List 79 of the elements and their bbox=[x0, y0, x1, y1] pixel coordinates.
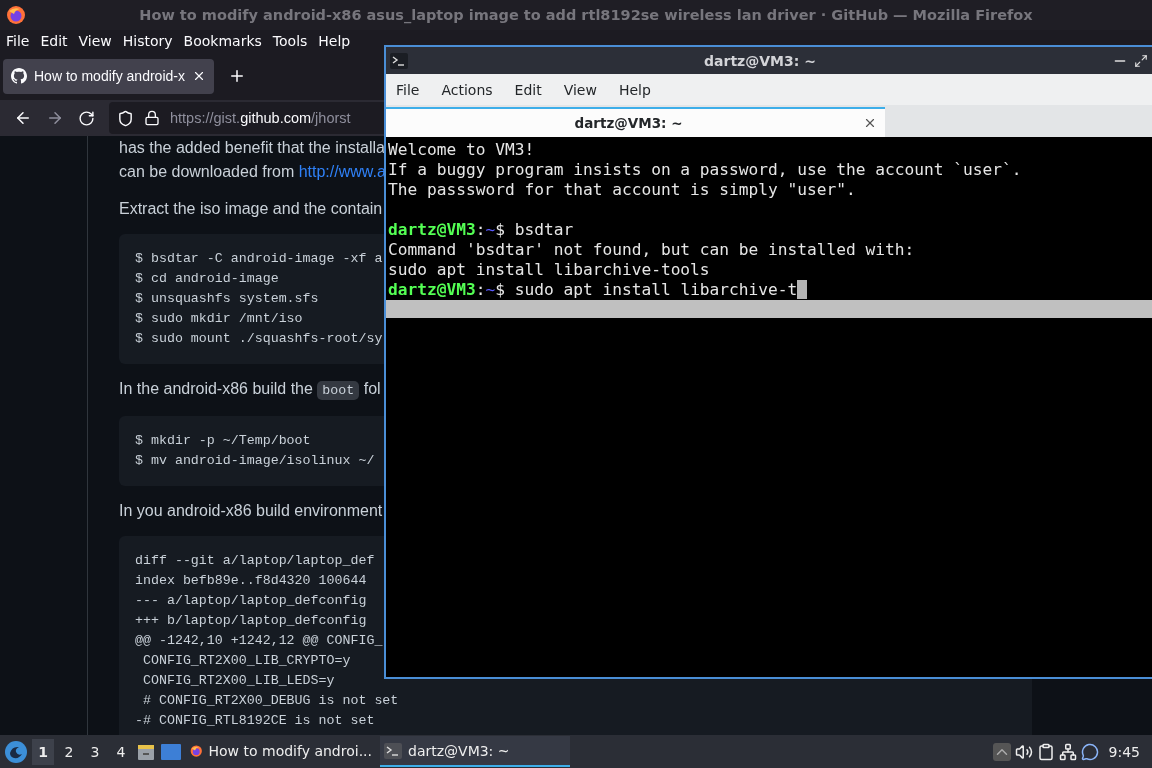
window-title: dartz@VM3: ~ bbox=[703, 52, 817, 69]
menu-item[interactable]: Edit bbox=[40, 33, 79, 49]
reload-icon[interactable] bbox=[78, 109, 95, 127]
maximize-icon[interactable] bbox=[1134, 53, 1148, 68]
prompt-symbol: $ bbox=[495, 280, 505, 300]
terminal-command: bsdtar bbox=[514, 220, 574, 240]
github-icon bbox=[11, 68, 27, 84]
menu-item[interactable]: View bbox=[78, 33, 123, 49]
terminal-icon bbox=[390, 52, 408, 69]
workspace-button[interactable]: 4 bbox=[110, 738, 132, 765]
menu-item[interactable]: Actions bbox=[441, 81, 493, 98]
terminal-output: Welcome to VM3! bbox=[388, 140, 535, 160]
menu-item[interactable]: Help bbox=[318, 33, 362, 49]
terminal-output: Command 'bsdtar' not found, but can be installed with: bbox=[388, 240, 915, 260]
shield-icon[interactable] bbox=[117, 109, 134, 127]
code-line: $ bsdtar -C android-image -xf a bbox=[135, 250, 383, 268]
desktop-icon[interactable] bbox=[160, 741, 182, 762]
prompt-user: dartz@VM3 bbox=[388, 280, 476, 300]
terminal-output: sudo apt install libarchive-tools bbox=[388, 260, 710, 280]
menu-item[interactable]: History bbox=[122, 33, 184, 49]
terminal-output: The passsword for that account is simply "user". bbox=[388, 180, 856, 200]
prompt-separator: : bbox=[475, 220, 486, 240]
inline-code: boot bbox=[317, 381, 360, 400]
code-line: $ cd android-image bbox=[135, 270, 279, 288]
network-icon[interactable] bbox=[1058, 742, 1077, 761]
clock: 9:45 bbox=[1108, 743, 1140, 760]
code-line: -# CONFIG_RTL8192CE is not set bbox=[135, 712, 375, 730]
terminal-command: sudo apt install libarchive-t bbox=[514, 280, 798, 300]
code-line: index befb89e..f8d4320 100644 bbox=[135, 572, 367, 590]
prompt-symbol: $ bbox=[495, 220, 505, 240]
prompt-user: dartz@VM3 bbox=[388, 220, 476, 240]
code-line: diff --git a/laptop/laptop_def bbox=[135, 552, 375, 570]
code-line: $ mkdir -p ~/Temp/boot bbox=[135, 432, 311, 450]
menu-item[interactable]: Bookmarks bbox=[183, 33, 273, 49]
link[interactable]: http://www.a bbox=[298, 163, 386, 180]
prompt-path: ~ bbox=[485, 220, 496, 240]
code-line: $ mv android-image/isolinux ~/ bbox=[135, 452, 375, 470]
window-title: How to modify android-x86 asus_laptop image to add rtl8192se wireless lan driver · GitHub — Mozilla Firefox bbox=[138, 7, 1034, 23]
code-line: # CONFIG_RT2X00_DEBUG is not set bbox=[141, 692, 399, 710]
menu-item[interactable]: View bbox=[563, 81, 597, 98]
terminal-output: If a buggy program insists on a password, use the account `user`. bbox=[388, 160, 1022, 180]
code-line: CONFIG_RT2X00_LIB_CRYPTO=y bbox=[141, 652, 351, 670]
paragraph: Extract the iso image and the contain bbox=[119, 199, 383, 219]
code-line: CONFIG_RT2X00_LIB_LEDS=y bbox=[141, 672, 335, 690]
prompt-path: ~ bbox=[485, 280, 496, 300]
clipboard-icon[interactable] bbox=[1036, 742, 1055, 761]
code-line: --- a/laptop/laptop_defconfig bbox=[135, 592, 367, 610]
terminal-icon bbox=[384, 742, 402, 759]
menu-item[interactable]: Help bbox=[618, 81, 651, 98]
taskbar-task[interactable]: How to modify androi... bbox=[186, 736, 376, 767]
menu-item[interactable]: File bbox=[6, 33, 41, 49]
paragraph: has the added benefit that the installa can be downloaded from http://www.a bbox=[119, 138, 386, 182]
taskbar-task[interactable]: dartz@VM3: ~ bbox=[380, 736, 570, 767]
code-line: @@ -1242,10 +1242,12 @@ CONFIG_ bbox=[135, 632, 383, 650]
workspace-button[interactable]: 3 bbox=[84, 738, 106, 765]
menu-item[interactable]: Tools bbox=[272, 33, 319, 49]
terminal-tab[interactable]: dartz@VM3: ~ bbox=[386, 107, 885, 137]
code-line: +++ b/laptop/laptop_defconfig bbox=[135, 612, 367, 630]
browser-tab[interactable]: How to modify android-x bbox=[3, 58, 214, 94]
menu-item[interactable]: File bbox=[396, 81, 420, 98]
start-menu-icon[interactable] bbox=[4, 739, 28, 764]
forward-icon[interactable] bbox=[46, 109, 64, 127]
lock-icon[interactable] bbox=[144, 110, 160, 126]
code-line: $ unsquashfs system.sfs bbox=[135, 290, 319, 308]
workspace-button[interactable]: 1 bbox=[32, 738, 54, 765]
back-icon[interactable] bbox=[14, 109, 32, 127]
prompt-separator: : bbox=[475, 280, 486, 300]
code-line: $ sudo mount ./squashfs-root/sy bbox=[135, 330, 383, 348]
url-field[interactable]: https://gist.github.com/jhorst bbox=[170, 110, 351, 126]
close-icon[interactable] bbox=[863, 116, 877, 130]
notification-icon[interactable] bbox=[1080, 742, 1099, 761]
paragraph: In you android-x86 build environment bbox=[119, 501, 383, 521]
paragraph: In the android-x86 build the boot fol bbox=[119, 379, 381, 402]
code-line: $ sudo mkdir /mnt/iso bbox=[135, 310, 303, 328]
volume-icon[interactable] bbox=[1014, 742, 1033, 761]
tray-expand-icon[interactable] bbox=[992, 742, 1011, 761]
menu-item[interactable]: Edit bbox=[514, 81, 542, 98]
firefox-icon bbox=[6, 5, 26, 25]
workspace-button[interactable]: 2 bbox=[58, 738, 80, 765]
